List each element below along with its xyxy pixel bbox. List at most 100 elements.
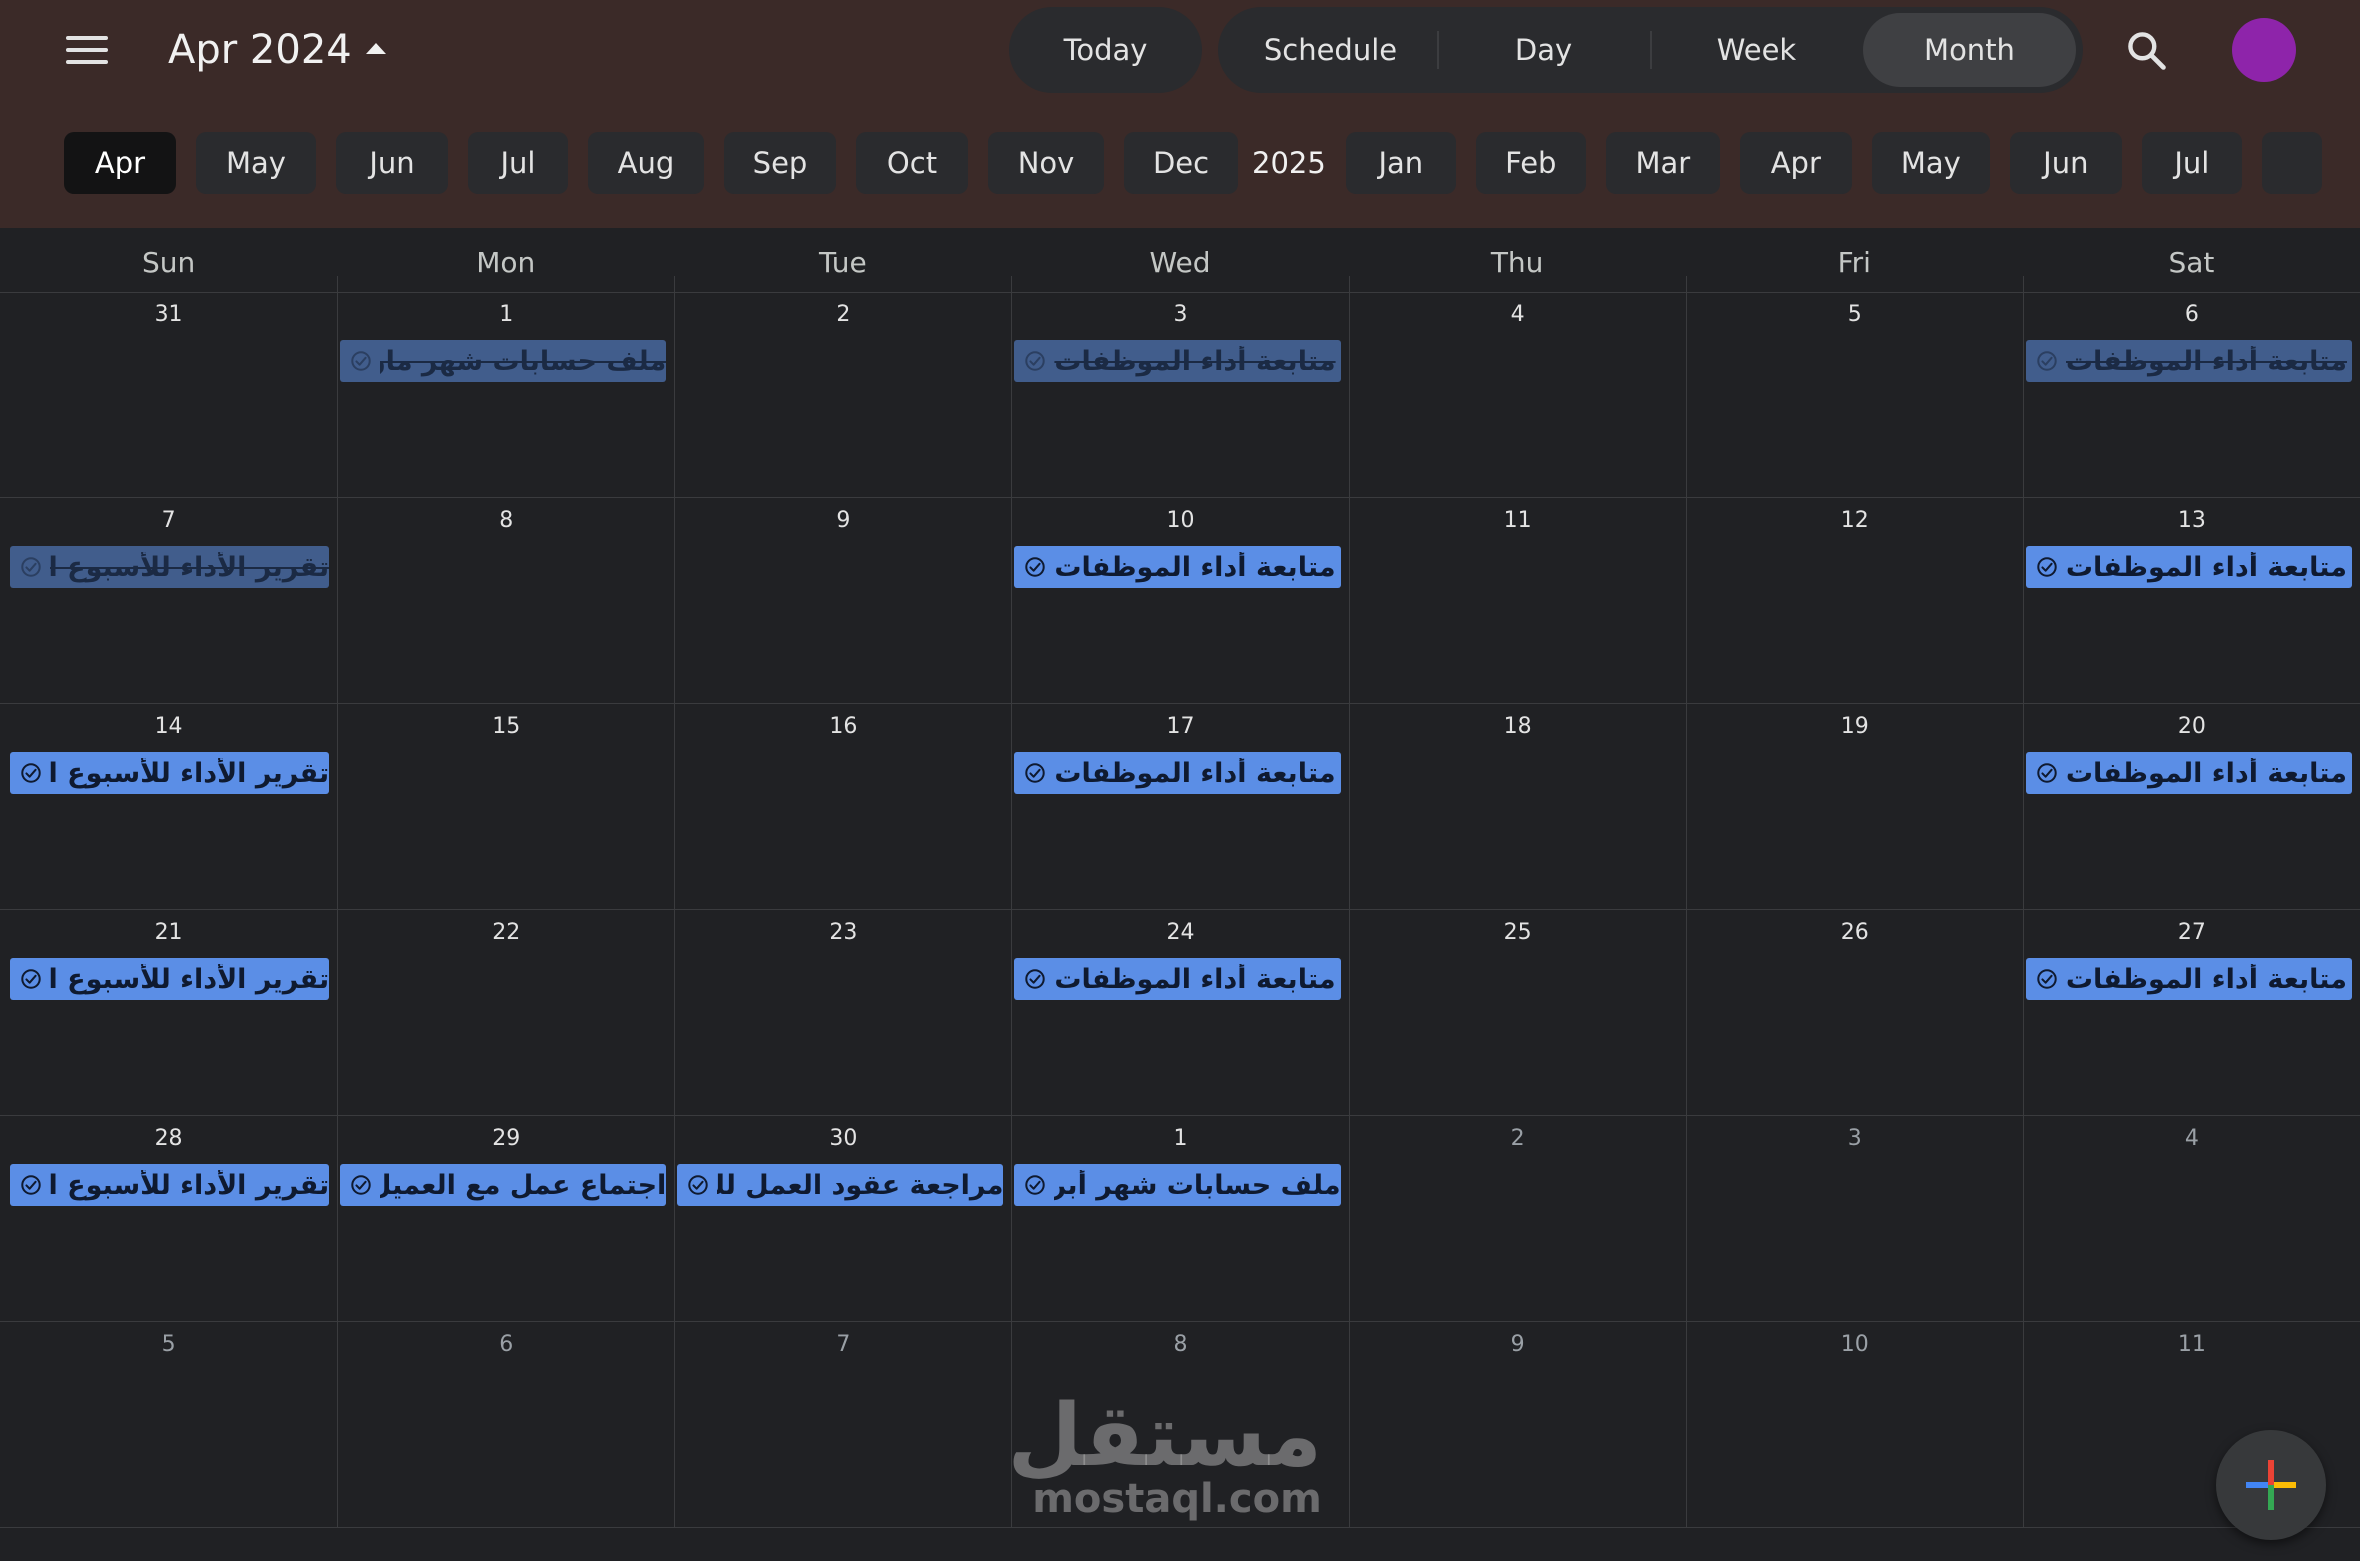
task-title: متابعة أداء الموظفات — [2065, 757, 2347, 789]
day-cell[interactable]: 4 — [2022, 1116, 2360, 1322]
month-chip-sep[interactable]: Sep — [724, 132, 836, 194]
task-check-circle-icon — [21, 969, 41, 989]
day-cell[interactable]: 13 متابعة أداء الموظفات — [2022, 498, 2360, 704]
view-month-button[interactable]: Month — [1863, 13, 2076, 87]
day-cell[interactable]: 9 — [674, 498, 1012, 704]
day-cell[interactable]: 23 — [674, 910, 1012, 1116]
day-cell[interactable]: 26 — [1685, 910, 2023, 1116]
day-cell[interactable]: 6 متابعة أداء الموظفات — [2022, 292, 2360, 498]
day-number: 5 — [161, 1332, 176, 1357]
day-cell[interactable]: 1 ملف حسابات شهر مارس — [337, 292, 675, 498]
day-cell[interactable]: 3 متابعة أداء الموظفات — [1011, 292, 1349, 498]
day-cell[interactable]: 20 متابعة أداء الموظفات — [2022, 704, 2360, 910]
day-cell[interactable]: 4 — [1348, 292, 1686, 498]
day-cell[interactable]: 14 تقرير الأداء للأسبوع الثاني — [0, 704, 338, 910]
task-chip[interactable]: متابعة أداء الموظفات — [1014, 546, 1341, 588]
day-cell[interactable]: 2 — [1348, 1116, 1686, 1322]
month-chip-jun[interactable]: Jun — [336, 132, 448, 194]
month-chip-apr[interactable]: Apr — [64, 132, 176, 194]
day-cell[interactable]: 29 اجتماع عمل مع العميل لشهر مايو — [337, 1116, 675, 1322]
task-check-circle-icon — [1025, 763, 1046, 783]
task-check-circle-icon — [21, 557, 41, 577]
month-chip-aug[interactable]: Aug — [588, 132, 704, 194]
task-chip[interactable]: متابعة أداء الموظفات — [2025, 958, 2352, 1000]
month-chip-dec[interactable]: Dec — [1124, 132, 1238, 194]
task-chip[interactable]: مراجعة عقود العمل للموظفات — [677, 1164, 1004, 1206]
hamburger-menu-icon[interactable] — [62, 30, 112, 70]
view-week-button[interactable]: Week — [1650, 13, 1863, 87]
day-cell[interactable]: 15 — [337, 704, 675, 910]
task-check-circle-icon — [21, 1175, 41, 1195]
task-title: اجتماع عمل مع العميل لشهر مايو — [380, 1169, 667, 1201]
day-cell[interactable]: 10 — [1685, 1322, 2023, 1528]
month-chip-may[interactable]: May — [196, 132, 316, 194]
day-cell[interactable]: 28 تقرير الأداء للأسبوع الرابع — [0, 1116, 338, 1322]
task-chip[interactable]: تقرير الأداء للأسبوع الثالث — [10, 958, 330, 1000]
completed-task-chip[interactable]: تقرير الأداء للأسبوع الأول — [10, 546, 330, 588]
month-grid: 311ملف حسابات شهر مارس23متابعة أداء المو… — [0, 292, 2360, 1561]
task-chip[interactable]: ملف حسابات شهر أبريل — [1014, 1164, 1341, 1206]
day-cell[interactable]: 1 ملف حسابات شهر أبريل — [1011, 1116, 1349, 1322]
day-number: 11 — [2177, 1332, 2206, 1357]
day-cell[interactable]: 5 — [1685, 292, 2023, 498]
search-icon[interactable] — [2124, 28, 2168, 72]
completed-task-chip[interactable]: ملف حسابات شهر مارس — [340, 340, 667, 382]
month-chip-mar[interactable]: Mar — [1605, 132, 1720, 194]
day-cell[interactable]: 12 — [1685, 498, 2023, 704]
task-chip[interactable]: متابعة أداء الموظفات — [2025, 546, 2352, 588]
month-chip-jul[interactable]: Jul — [2141, 132, 2242, 194]
day-cell[interactable]: 10 متابعة أداء الموظفات — [1011, 498, 1349, 704]
day-cell[interactable]: 3 — [1685, 1116, 2023, 1322]
day-number: 12 — [1840, 508, 1869, 533]
month-chip-oct[interactable]: Oct — [856, 132, 968, 194]
task-title: متابعة أداء الموظفات — [2065, 345, 2347, 377]
view-day-button[interactable]: Day — [1437, 13, 1650, 87]
month-chip-jul[interactable]: Jul — [468, 132, 568, 194]
day-cell[interactable]: 11 — [1348, 498, 1686, 704]
month-chip-partial[interactable] — [2261, 132, 2322, 194]
day-cell[interactable]: 21 تقرير الأداء للأسبوع الثالث — [0, 910, 338, 1116]
avatar[interactable] — [2232, 18, 2296, 82]
month-chip-jan[interactable]: Jan — [1345, 132, 1456, 194]
completed-task-chip[interactable]: متابعة أداء الموظفات — [1014, 340, 1341, 382]
task-chip[interactable]: متابعة أداء الموظفات — [2025, 752, 2352, 794]
day-cell[interactable]: 8 — [337, 498, 675, 704]
day-cell[interactable]: 16 — [674, 704, 1012, 910]
task-chip[interactable]: متابعة أداء الموظفات — [1014, 752, 1341, 794]
month-chip-nov[interactable]: Nov — [988, 132, 1104, 194]
day-cell[interactable]: 9 — [1348, 1322, 1686, 1528]
task-chip[interactable]: متابعة أداء الموظفات — [1014, 958, 1341, 1000]
day-cell[interactable]: 17 متابعة أداء الموظفات — [1011, 704, 1349, 910]
day-cell[interactable]: 25 — [1348, 910, 1686, 1116]
weekday-sun: Sun — [141, 246, 196, 279]
day-number: 1 — [499, 302, 514, 327]
day-cell[interactable]: 5 — [0, 1322, 338, 1528]
weekday-mon: Mon — [337, 228, 674, 292]
day-cell[interactable]: 7 — [674, 1322, 1012, 1528]
day-cell[interactable]: 7 تقرير الأداء للأسبوع الأول — [0, 498, 338, 704]
weekday-tue: Tue — [674, 228, 1011, 292]
day-cell[interactable]: 24 متابعة أداء الموظفات — [1011, 910, 1349, 1116]
month-chip-apr[interactable]: Apr — [1739, 132, 1852, 194]
month-chip-feb[interactable]: Feb — [1475, 132, 1586, 194]
view-schedule-button[interactable]: Schedule — [1224, 13, 1437, 87]
day-cell[interactable]: 2 — [674, 292, 1012, 498]
day-cell[interactable]: 18 — [1348, 704, 1686, 910]
month-picker-toggle[interactable]: Apr 2024 — [168, 22, 386, 78]
month-chip-jun[interactable]: Jun — [2009, 132, 2122, 194]
task-chip[interactable]: اجتماع عمل مع العميل لشهر مايو — [340, 1164, 667, 1206]
task-chip[interactable]: تقرير الأداء للأسبوع الثاني — [10, 752, 330, 794]
today-button[interactable]: Today — [1009, 7, 1202, 93]
day-cell[interactable]: 30 مراجعة عقود العمل للموظفات — [674, 1116, 1012, 1322]
day-cell[interactable]: 22 — [337, 910, 675, 1116]
month-chip-may[interactable]: May — [1871, 132, 1990, 194]
day-cell[interactable]: 27 متابعة أداء الموظفات — [2022, 910, 2360, 1116]
task-chip[interactable]: تقرير الأداء للأسبوع الرابع — [10, 1164, 330, 1206]
completed-task-chip[interactable]: متابعة أداء الموظفات — [2025, 340, 2352, 382]
day-cell[interactable]: 31 — [0, 292, 338, 498]
day-number: 1 — [1173, 1126, 1188, 1151]
day-cell[interactable]: 6 — [337, 1322, 675, 1528]
day-cell[interactable]: 19 — [1685, 704, 2023, 910]
create-fab-button[interactable] — [2216, 1430, 2326, 1540]
day-cell[interactable]: 8 — [1011, 1322, 1349, 1528]
